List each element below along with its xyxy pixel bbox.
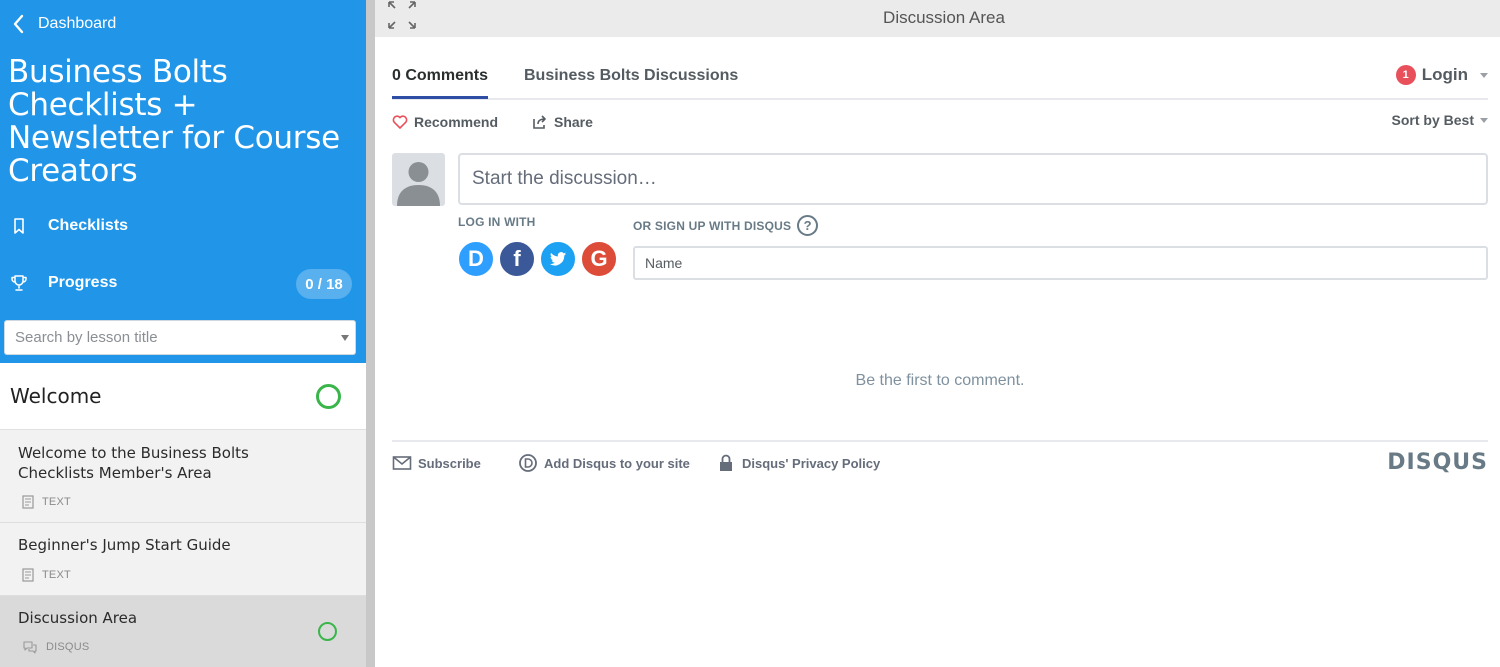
share-icon — [533, 115, 546, 129]
disqus-tabs: 0 Comments Business Bolts Discussions 1 … — [392, 56, 1488, 100]
progress-count-badge: 0 / 18 — [296, 269, 352, 299]
comment-input[interactable] — [460, 155, 1486, 203]
lesson-type: TEXT — [22, 495, 71, 509]
tab-comments[interactable]: 0 Comments — [392, 67, 489, 99]
lesson-search[interactable] — [4, 320, 356, 355]
add-disqus-link[interactable]: Add Disqus to your site — [518, 453, 690, 473]
nav-progress[interactable]: Progress — [10, 274, 117, 292]
comment-composer[interactable] — [458, 153, 1488, 205]
nav-checklists-label: Checklists — [48, 217, 129, 234]
subscribe-label: Subscribe — [418, 455, 481, 471]
subscribe-link[interactable]: Subscribe — [392, 453, 481, 473]
chevron-down-icon — [1480, 117, 1488, 123]
back-to-dashboard-link[interactable]: Dashboard — [12, 14, 116, 34]
chevron-down-icon — [1480, 72, 1488, 78]
nav-checklists[interactable]: Checklists — [10, 217, 128, 235]
twitter-icon — [549, 252, 567, 266]
sidebar-header: Dashboard Business Bolts Checklists + Ne… — [0, 0, 366, 363]
course-sidebar: Dashboard Business Bolts Checklists + Ne… — [0, 0, 366, 667]
section-progress-ring-icon — [316, 384, 341, 409]
disqus-footer: Subscribe Add Disqus to your site Disqus… — [392, 440, 1488, 480]
disqus-logo-icon: D — [468, 246, 484, 271]
lock-icon — [720, 454, 732, 471]
recommend-button[interactable]: Recommend — [392, 114, 498, 130]
section-title: Welcome — [10, 384, 102, 408]
help-icon[interactable]: ? — [797, 215, 819, 236]
name-input[interactable] — [635, 248, 1486, 278]
signup-label: OR SIGN UP WITH DISQUS — [633, 218, 792, 233]
user-avatar — [392, 153, 445, 206]
lesson-title-heading: Discussion Area — [883, 8, 1005, 27]
login-label: Login — [1421, 65, 1468, 84]
lesson-item[interactable]: Welcome to the Business Bolts Checklists… — [0, 431, 366, 523]
login-menu[interactable]: 1 Login — [1395, 65, 1488, 85]
login-google-button[interactable]: G — [580, 240, 618, 278]
google-icon: G — [590, 246, 608, 271]
document-icon — [22, 495, 34, 509]
name-field[interactable] — [633, 246, 1488, 280]
trophy-icon — [11, 275, 27, 291]
lesson-type: DISQUS — [22, 640, 89, 654]
heart-icon — [392, 115, 408, 129]
sidebar-scrollbar[interactable] — [366, 0, 375, 667]
back-label: Dashboard — [38, 15, 117, 32]
lesson-type-label: TEXT — [42, 569, 71, 581]
sort-label: Sort by Best — [1391, 112, 1474, 128]
login-with-label: LOG IN WITH — [458, 215, 536, 229]
recommend-label: Recommend — [414, 114, 499, 130]
login-disqus-button[interactable]: D — [457, 240, 495, 278]
chevron-left-icon — [13, 14, 24, 34]
lesson-item[interactable]: Beginner's Jump Start Guide TEXT — [0, 523, 366, 596]
section-welcome[interactable]: Welcome — [0, 363, 366, 430]
tab-community[interactable]: Business Bolts Discussions — [524, 67, 738, 85]
lesson-type: TEXT — [22, 568, 71, 582]
privacy-label: Disqus' Privacy Policy — [742, 455, 881, 471]
disqus-logo[interactable]: DISQUS — [1387, 450, 1488, 475]
lesson-item-active[interactable]: Discussion Area DISQUS — [0, 596, 366, 667]
notification-badge: 1 — [1395, 65, 1416, 85]
lesson-title: Beginner's Jump Start Guide — [18, 536, 231, 554]
envelope-icon — [392, 456, 412, 470]
course-title: Business Bolts Checklists + Newsletter f… — [8, 54, 340, 189]
dropdown-caret-icon[interactable] — [341, 335, 349, 341]
document-icon — [22, 568, 34, 582]
login-facebook-button[interactable]: f — [498, 240, 536, 278]
empty-thread-message: Be the first to comment. — [855, 372, 1025, 389]
lesson-title: Discussion Area — [18, 609, 138, 627]
signup-with-disqus: OR SIGN UP WITH DISQUS ? — [633, 215, 819, 236]
login-twitter-button[interactable] — [539, 240, 577, 278]
default-avatar-icon — [397, 162, 440, 206]
lesson-search-input[interactable] — [5, 321, 325, 354]
lesson-title: Welcome to the Business Bolts Checklists… — [18, 444, 249, 482]
nav-progress-label: Progress — [48, 274, 118, 291]
lesson-type-label: DISQUS — [46, 641, 90, 653]
share-button[interactable]: Share — [532, 114, 593, 130]
bookmark-icon — [14, 218, 24, 234]
add-disqus-label: Add Disqus to your site — [544, 455, 690, 471]
lesson-topbar: Discussion Area — [375, 0, 1500, 37]
thread-actions: Recommend Share Sort by Best — [392, 112, 1488, 134]
share-label: Share — [554, 114, 593, 130]
privacy-policy-link[interactable]: Disqus' Privacy Policy — [716, 453, 880, 473]
facebook-icon: f — [513, 246, 521, 271]
sort-dropdown[interactable]: Sort by Best — [1392, 112, 1488, 128]
disqus-d-icon — [519, 454, 537, 472]
lesson-progress-ring-icon — [318, 622, 337, 641]
lesson-type-label: TEXT — [42, 496, 71, 508]
chat-bubbles-icon — [23, 641, 37, 654]
